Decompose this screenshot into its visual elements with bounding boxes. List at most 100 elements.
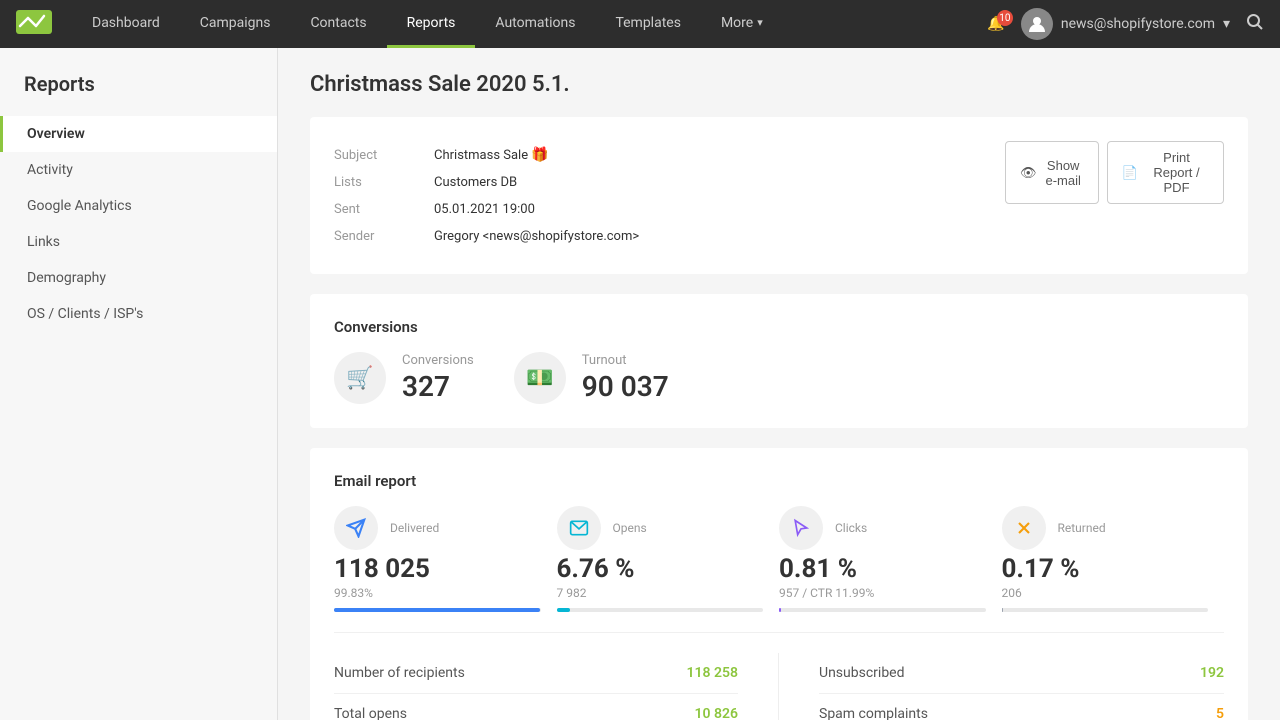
sender-label: Sender <box>334 229 434 244</box>
spam-row: Spam complaints 5 <box>819 694 1224 720</box>
meta-actions: 👁 Show e-mail 📄 Print Report / PDF <box>1005 141 1224 204</box>
delivered-pct: 99.83% <box>334 586 541 600</box>
subject-label: Subject <box>334 148 434 163</box>
eye-icon: 👁 <box>1020 165 1037 181</box>
avatar <box>1021 8 1053 40</box>
returned-progress-bg <box>1002 608 1209 612</box>
nav-dashboard[interactable]: Dashboard <box>72 0 180 48</box>
total-opens-label: Total opens <box>334 706 407 720</box>
sidebar-item-demography[interactable]: Demography <box>0 260 277 296</box>
nav-links: Dashboard Campaigns Contacts Reports Aut… <box>72 0 987 48</box>
delivered-label-wrap: Delivered <box>390 521 439 535</box>
sidebar-title: Reports <box>0 72 277 116</box>
lists-value: Customers DB <box>434 175 1005 190</box>
print-report-button[interactable]: 📄 Print Report / PDF <box>1107 141 1224 204</box>
cart-icon: 🛒 <box>334 352 386 404</box>
conversions-number: 327 <box>402 370 474 403</box>
clicks-label: Clicks <box>835 521 867 535</box>
nav-templates[interactable]: Templates <box>595 0 701 48</box>
opens-label: Opens <box>613 521 647 535</box>
returned-header: Returned <box>1002 506 1209 550</box>
meta-row-sent: Sent 05.01.2021 19:00 <box>334 196 1005 223</box>
clicks-progress-bg <box>779 608 986 612</box>
conversions-values: Conversions 327 <box>402 353 474 403</box>
email-report-title: Email report <box>334 472 1224 490</box>
chevron-down-icon: ▾ <box>757 16 763 29</box>
opens-progress-bg <box>557 608 764 612</box>
recipients-label: Number of recipients <box>334 665 465 681</box>
unsubscribed-row: Unsubscribed 192 <box>819 653 1224 694</box>
recipients-row: Number of recipients 118 258 <box>334 653 738 694</box>
delivered-progress-bg <box>334 608 541 612</box>
opens-value: 6.76 % <box>557 554 764 584</box>
money-icon: 💵 <box>514 352 566 404</box>
sidebar-item-google-analytics[interactable]: Google Analytics <box>0 188 277 224</box>
top-navigation: Dashboard Campaigns Contacts Reports Aut… <box>0 0 1280 48</box>
returned-stat: Returned 0.17 % 206 <box>1002 506 1225 612</box>
opens-header: Opens <box>557 506 764 550</box>
nav-automations[interactable]: Automations <box>475 0 595 48</box>
total-opens-row: Total opens 10 826 <box>334 694 738 720</box>
sidebar-item-os-clients[interactable]: OS / Clients / ISP's <box>0 296 277 332</box>
subject-value: Christmass Sale 🎁 <box>434 147 1005 163</box>
notification-bell[interactable]: 🔔 10 <box>987 16 1004 32</box>
user-menu[interactable]: news@shopifystore.com ▾ <box>1021 8 1230 40</box>
sidebar-item-links[interactable]: Links <box>0 224 277 260</box>
sidebar: Reports Overview Activity Google Analyti… <box>0 48 278 720</box>
clicks-sub: 957 / CTR 11.99% <box>779 586 986 600</box>
search-button[interactable] <box>1246 13 1264 35</box>
meta-row-subject: Subject Christmass Sale 🎁 <box>334 141 1005 169</box>
conversions-item: 🛒 Conversions 327 <box>334 352 474 404</box>
delivered-header: Delivered <box>334 506 541 550</box>
conversions-row: 🛒 Conversions 327 💵 Turnout 90 037 <box>334 352 1224 404</box>
spam-value: 5 <box>1216 706 1224 720</box>
section-divider <box>334 632 1224 633</box>
clicks-header: Clicks <box>779 506 986 550</box>
email-report-card: Email report Delivered 118 02 <box>310 448 1248 720</box>
total-opens-value: 10 826 <box>695 706 738 720</box>
meta-row-lists: Lists Customers DB <box>334 169 1005 196</box>
user-email: news@shopifystore.com <box>1061 16 1215 32</box>
sender-value: Gregory <news@shopifystore.com> <box>434 229 1005 244</box>
subject-emoji: 🎁 <box>531 147 548 163</box>
email-report-grid: Delivered 118 025 99.83% <box>334 506 1224 612</box>
notification-badge: 10 <box>997 10 1013 26</box>
nav-reports[interactable]: Reports <box>387 0 476 48</box>
delivered-progress-fill <box>334 608 540 612</box>
logo[interactable] <box>16 10 56 38</box>
returned-value: 0.17 % <box>1002 554 1209 584</box>
nav-campaigns[interactable]: Campaigns <box>180 0 291 48</box>
lists-label: Lists <box>334 175 434 190</box>
page-layout: Reports Overview Activity Google Analyti… <box>0 48 1280 720</box>
opens-sub: 7 982 <box>557 586 764 600</box>
conversions-card: Conversions 🛒 Conversions 327 💵 Turnout … <box>310 294 1248 428</box>
show-email-button[interactable]: 👁 Show e-mail <box>1005 141 1099 204</box>
clicks-stat: Clicks 0.81 % 957 / CTR 11.99% <box>779 506 1002 612</box>
delivered-value: 118 025 <box>334 554 541 584</box>
user-chevron-icon: ▾ <box>1223 16 1230 32</box>
cursor-icon <box>779 506 823 550</box>
stats-col-left: Number of recipients 118 258 Total opens… <box>334 653 779 720</box>
envelope-icon <box>557 506 601 550</box>
nav-more[interactable]: More ▾ <box>701 0 783 48</box>
sent-label: Sent <box>334 202 434 217</box>
sidebar-item-overview[interactable]: Overview <box>0 116 277 152</box>
returned-sub: 206 <box>1002 586 1209 600</box>
stats-grid: Number of recipients 118 258 Total opens… <box>334 653 1224 720</box>
x-icon <box>1002 506 1046 550</box>
returned-label: Returned <box>1058 521 1106 535</box>
spam-label: Spam complaints <box>819 706 928 720</box>
meta-card: Subject Christmass Sale 🎁 Lists Customer… <box>310 117 1248 274</box>
clicks-progress-fill <box>779 608 781 612</box>
send-icon <box>334 506 378 550</box>
recipients-value: 118 258 <box>687 665 738 681</box>
opens-stat: Opens 6.76 % 7 982 <box>557 506 780 612</box>
unsubscribed-label: Unsubscribed <box>819 665 905 681</box>
turnout-number: 90 037 <box>582 370 669 403</box>
conversions-title: Conversions <box>334 318 1224 336</box>
nav-contacts[interactable]: Contacts <box>290 0 386 48</box>
nav-right: 🔔 10 news@shopifystore.com ▾ <box>987 8 1264 40</box>
stats-col-right: Unsubscribed 192 Spam complaints 5 <box>779 653 1224 720</box>
clicks-value: 0.81 % <box>779 554 986 584</box>
sidebar-item-activity[interactable]: Activity <box>0 152 277 188</box>
